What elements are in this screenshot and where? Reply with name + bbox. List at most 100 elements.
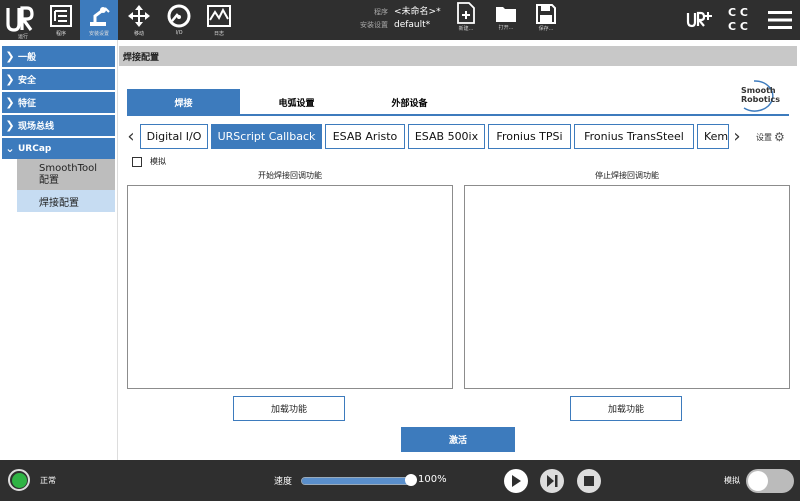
- new-file-icon: [457, 2, 475, 24]
- nav-install-label: 安装设置: [88, 31, 109, 37]
- stop-button[interactable]: [577, 469, 601, 493]
- install-value: default*: [394, 20, 431, 30]
- sidebar-subitem-weld-config[interactable]: 焊接配置: [17, 190, 115, 212]
- nav-log-label: 日志: [213, 31, 224, 37]
- log-icon: [206, 4, 232, 28]
- subtab-digital-io[interactable]: Digital I/O: [140, 124, 208, 149]
- sidebar-item-fieldbus[interactable]: ❯ 现场总线: [2, 115, 115, 136]
- simulate-checkbox[interactable]: [132, 157, 142, 167]
- sidebar-item-urcap[interactable]: ⌄ URCap: [2, 138, 115, 159]
- top-bar: 运行 程序 安装设置 移动 I/O 日志 程序 <未命名>* 安装设置 defaul…: [0, 0, 800, 40]
- sidebar-item-label: 现场总线: [18, 122, 55, 132]
- sidebar-item-features[interactable]: ❯ 特征: [2, 92, 115, 113]
- nav-move[interactable]: 移动: [120, 0, 158, 40]
- gear-icon: ⚙: [774, 130, 785, 144]
- chevron-right-icon: ❯: [5, 96, 15, 109]
- subtab-esab-aristo[interactable]: ESAB Aristo: [325, 124, 405, 149]
- tab-underline: [127, 114, 789, 116]
- toggle-knob: [748, 471, 768, 491]
- save-button[interactable]: 保存...: [528, 2, 564, 38]
- load-stop-function-button[interactable]: 加载功能: [570, 396, 682, 421]
- subtab-esab-500ix[interactable]: ESAB 500ix: [408, 124, 485, 149]
- status-indicator: [11, 472, 27, 488]
- nav-program-label: 程序: [55, 31, 66, 37]
- sidebar-item-label: 一般: [18, 53, 37, 63]
- new-label: 新建...: [458, 26, 474, 32]
- chevron-right-icon: ❯: [5, 50, 15, 63]
- play-button[interactable]: [504, 469, 528, 493]
- page-title: 焊接配置: [119, 46, 797, 66]
- mode-label: 模拟: [724, 476, 740, 485]
- scroll-right-icon[interactable]: ›: [730, 124, 744, 149]
- step-button[interactable]: [540, 469, 564, 493]
- sidebar-item-safety[interactable]: ❯ 安全: [2, 69, 115, 90]
- open-button[interactable]: 打开...: [488, 2, 524, 38]
- stop-callback-label: 停止焊接回调功能: [595, 171, 659, 180]
- settings-button[interactable]: 设置 ⚙: [756, 129, 785, 145]
- logo-line1: Smooth: [741, 86, 776, 95]
- ur-plus-icon[interactable]: [686, 10, 712, 34]
- subtab-fronius-transsteel[interactable]: Fronius TransSteel: [574, 124, 694, 149]
- sidebar-subitem-label: SmoothTool 配置: [39, 162, 98, 186]
- sidebar-item-general[interactable]: ❯ 一般: [2, 46, 115, 67]
- program-icon: [48, 4, 74, 28]
- speed-fill: [302, 478, 412, 484]
- speed-slider-handle[interactable]: [405, 474, 417, 486]
- load-start-function-button[interactable]: 加载功能: [233, 396, 345, 421]
- sidebar-item-label: 特征: [18, 99, 37, 109]
- power-button[interactable]: [8, 469, 30, 491]
- sidebar-item-label: 安全: [18, 76, 37, 86]
- bottom-bar: 正常 速度 100% 模拟: [0, 460, 800, 501]
- menu-icon[interactable]: [768, 10, 792, 34]
- sidebar: ❯ 一般 ❯ 安全 ❯ 特征 ❯ 现场总线 ⌄ URCap SmoothTool 配置 焊…: [0, 40, 118, 460]
- cc-indicator: C C C C: [728, 6, 748, 34]
- nav-run[interactable]: 运行: [4, 0, 42, 40]
- chevron-right-icon: ❯: [5, 73, 15, 86]
- stop-icon: [584, 476, 594, 486]
- speed-label: 速度: [274, 477, 293, 487]
- scroll-left-icon[interactable]: ‹: [124, 124, 138, 149]
- nav-move-label: 移动: [133, 31, 144, 37]
- play-icon: [512, 475, 521, 487]
- status-label: 正常: [40, 476, 56, 485]
- cc-bottom: C C: [728, 20, 748, 33]
- nav-io[interactable]: I/O: [160, 0, 198, 40]
- sidebar-subitem-label: 焊接配置: [39, 197, 79, 209]
- simulate-label: 模拟: [150, 157, 166, 166]
- sidebar-item-label: URCap: [18, 143, 52, 154]
- nav-io-label: I/O: [175, 30, 183, 36]
- robot-arm-icon: [86, 4, 112, 28]
- subtab-urscript-callback[interactable]: URScript Callback: [211, 124, 322, 149]
- subtab-kemp[interactable]: Kemp: [697, 124, 729, 149]
- smooth-robotics-logo: Smooth Robotics: [736, 78, 790, 112]
- tab-weld[interactable]: 焊接: [127, 89, 240, 115]
- cc-top: C C: [728, 6, 748, 19]
- open-label: 打开...: [498, 25, 514, 31]
- nav-install[interactable]: 安装设置: [80, 0, 118, 40]
- chevron-right-icon: ❯: [5, 119, 15, 132]
- stop-callback-editor[interactable]: [464, 185, 790, 389]
- sidebar-subitem-smoothtool[interactable]: SmoothTool 配置: [17, 159, 115, 190]
- start-callback-label: 开始焊接回调功能: [258, 171, 322, 180]
- new-button[interactable]: 新建...: [448, 2, 484, 38]
- move-icon: [126, 4, 152, 28]
- io-icon: [166, 4, 192, 28]
- nav-run-label: 运行: [17, 34, 28, 40]
- start-callback-editor[interactable]: [127, 185, 453, 389]
- nav-log[interactable]: 日志: [200, 0, 238, 40]
- simulation-toggle[interactable]: [746, 469, 794, 493]
- tab-external-devices[interactable]: 外部设备: [353, 89, 466, 115]
- activate-button[interactable]: 激活: [401, 427, 515, 452]
- settings-label: 设置: [756, 132, 772, 142]
- chevron-down-icon: ⌄: [5, 142, 15, 155]
- speed-value: 100%: [418, 474, 447, 485]
- nav-program[interactable]: 程序: [42, 0, 80, 40]
- subtab-fronius-tpsi[interactable]: Fronius TPSi: [488, 124, 571, 149]
- save-icon: [536, 4, 556, 24]
- speed-slider[interactable]: [301, 477, 413, 485]
- folder-icon: [496, 7, 516, 22]
- step-icon: [547, 475, 558, 487]
- program-key: 程序: [374, 8, 388, 16]
- program-info: 程序 <未命名>* 安装设置 default*: [352, 6, 462, 32]
- tab-arc-settings[interactable]: 电弧设置: [240, 89, 353, 115]
